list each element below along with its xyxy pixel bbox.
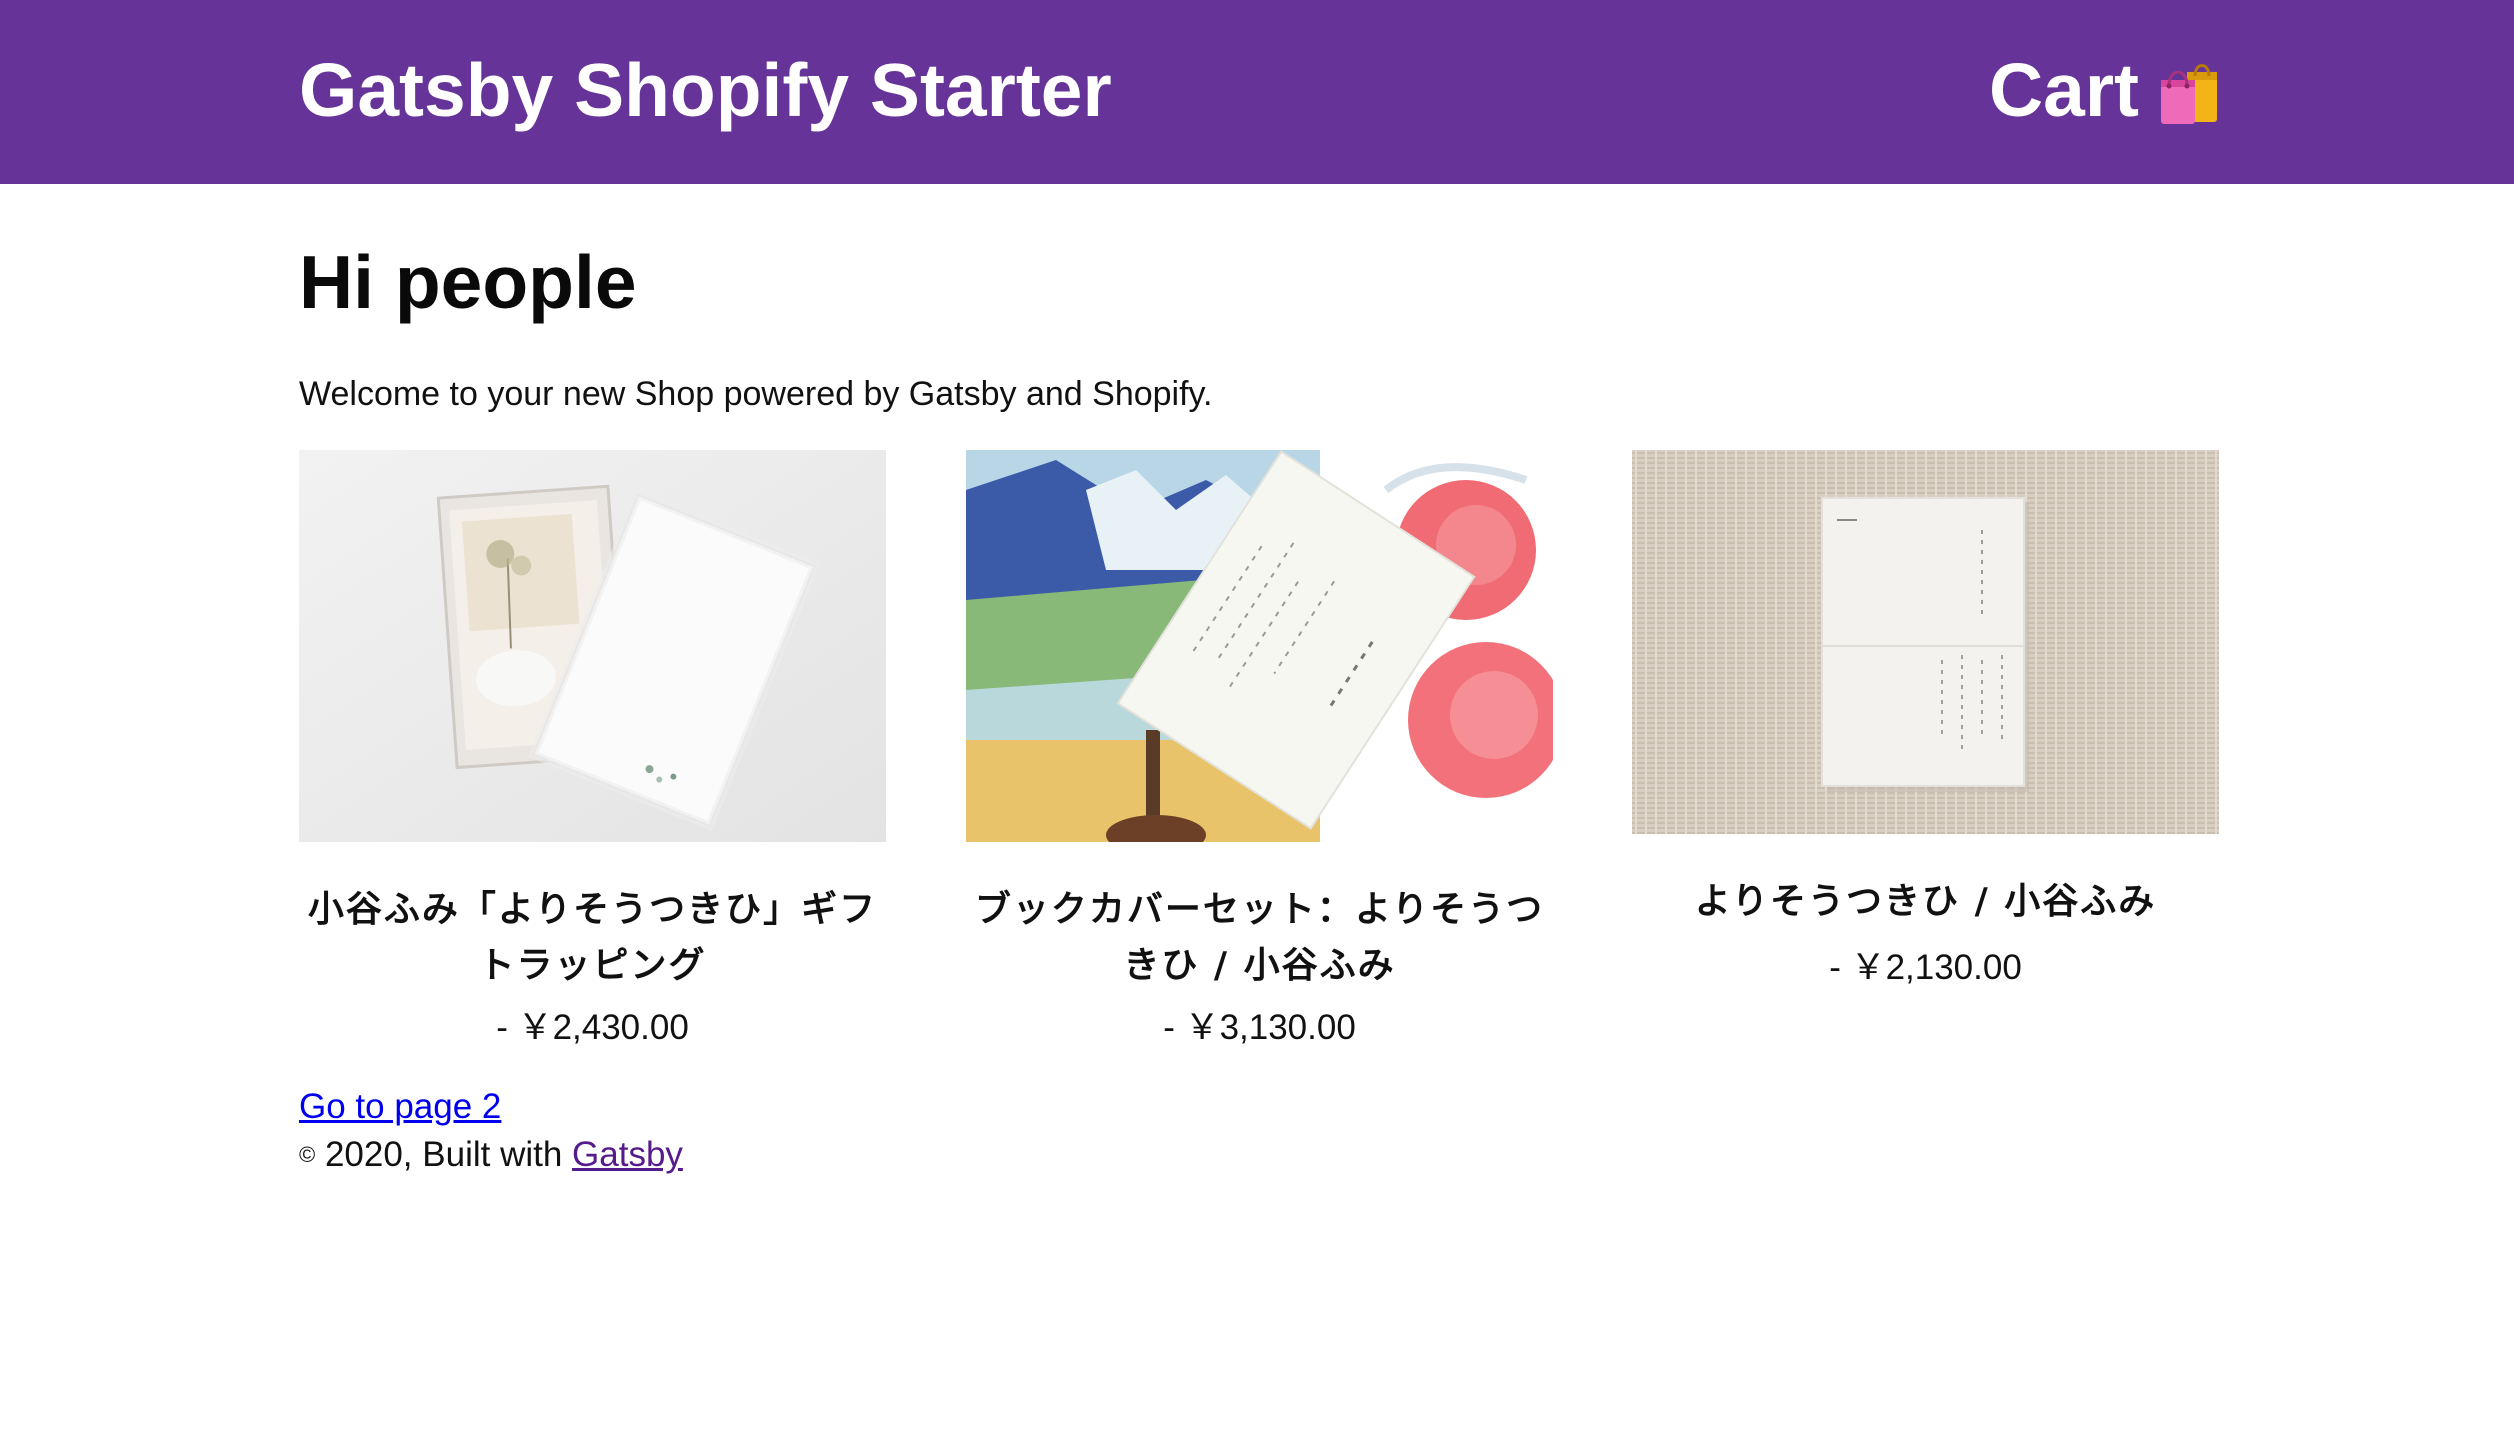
- product-name: ブックカバーセット：よりそうつきひ / 小谷ふみ: [974, 889, 1545, 986]
- site-footer: © 2020, Built with Gatsby: [299, 1131, 683, 1179]
- book-on-linen-photo[interactable]: [1632, 450, 2219, 834]
- intro-text: Welcome to your new Shop powered by Gats…: [299, 375, 1213, 413]
- product-price: - ￥2,430.00: [496, 1008, 689, 1047]
- next-page-link[interactable]: Go to page 2: [299, 1083, 501, 1131]
- shopping-bags-icon: [2161, 64, 2217, 124]
- site-title-link[interactable]: Gatsby Shopify Starter: [299, 40, 1112, 140]
- footer-text: 2020, Built with: [315, 1135, 573, 1174]
- copyright-symbol: ©: [299, 1142, 316, 1167]
- book-cover-set-photo[interactable]: [966, 450, 1553, 842]
- cart-label: Cart: [1988, 48, 2139, 132]
- site-header: Gatsby Shopify Starter Cart: [0, 0, 2514, 184]
- product-name: 小谷ふみ「よりそうつきひ」ギフトラッピング: [307, 889, 878, 986]
- product-price: - ￥3,130.00: [1163, 1008, 1356, 1047]
- page-heading: Hi people: [299, 240, 637, 324]
- gift-box-photo[interactable]: [299, 450, 886, 842]
- product-card[interactable]: よりそうつきひ / 小谷ふみ - ￥2,130.00: [1632, 450, 2219, 992]
- product-price: - ￥2,130.00: [1829, 948, 2022, 987]
- gatsby-link[interactable]: Gatsby: [572, 1135, 683, 1174]
- product-card[interactable]: ブックカバーセット：よりそうつきひ / 小谷ふみ - ￥3,130.00: [966, 450, 1553, 1052]
- product-name: よりそうつきひ / 小谷ふみ: [1694, 881, 2157, 922]
- product-card[interactable]: 小谷ふみ「よりそうつきひ」ギフトラッピング - ￥2,430.00: [299, 450, 886, 1052]
- cart-link[interactable]: Cart: [1989, 40, 2221, 140]
